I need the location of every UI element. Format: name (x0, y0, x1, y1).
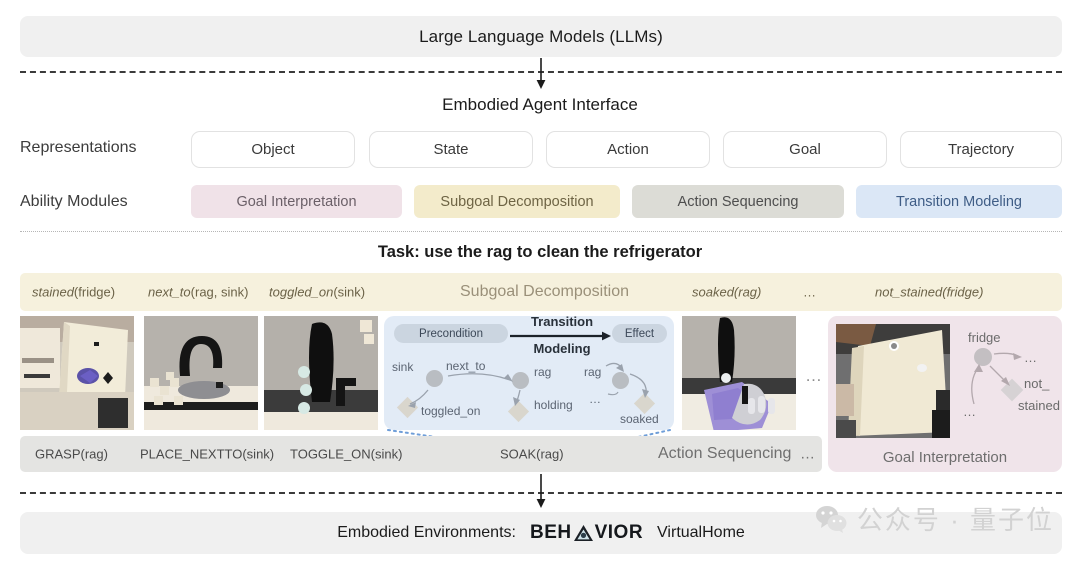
embodied-environments-bar: Embodied Environments: BEH VIOR VirtualH… (20, 512, 1062, 554)
arrow-llm-to-interface (536, 58, 546, 89)
task-frame-4 (682, 316, 796, 430)
divider-abilities (20, 231, 1062, 232)
subgoal-item-stained: stained(fridge) (32, 284, 116, 300)
embodied-environments-label: Embodied Environments: (337, 524, 516, 541)
representation-trajectory-label: Trajectory (947, 141, 1015, 158)
behavior-logo-pre: BEH (529, 522, 572, 543)
task-frame-3 (264, 316, 378, 430)
figure-root: Large Language Models (LLMs) Embodied Ag… (0, 0, 1080, 566)
subgoal-module-name: Subgoal Decomposition (460, 283, 629, 300)
ability-module-goal-interpretation-label: Goal Interpretation (236, 193, 357, 210)
action-module-name: Action Sequencing (658, 445, 792, 462)
representation-trajectory[interactable]: Trajectory (900, 131, 1062, 168)
subgoal-item-next-to: next_to(rag, sink) (148, 284, 249, 300)
subgoal-item-ellipsis: … (803, 284, 816, 300)
subgoal-item-not-stained: not_stained(fridge) (875, 284, 984, 300)
action-item-grasp: GRASP(rag) (35, 446, 108, 462)
representations-label: Representations (20, 139, 137, 156)
behavior-logo-post: VIOR (594, 522, 644, 543)
behavior-logo[interactable]: BEH VIOR (530, 522, 643, 544)
ability-module-goal-interpretation[interactable]: Goal Interpretation (191, 185, 402, 218)
action-item-toggle-on: TOGGLE_ON(sink) (290, 446, 403, 462)
ability-module-subgoal-decomposition[interactable]: Subgoal Decomposition (414, 185, 620, 218)
arrow-task-to-environments (536, 474, 546, 508)
ability-module-transition-modeling-label: Transition Modeling (896, 193, 1022, 210)
page-title: Embodied Agent Interface (442, 95, 638, 114)
task-frame-2 (144, 316, 258, 430)
ability-module-action-sequencing-label: Action Sequencing (677, 193, 799, 210)
representation-goal[interactable]: Goal (723, 131, 887, 168)
llm-banner: Large Language Models (LLMs) (20, 16, 1062, 57)
ability-module-subgoal-decomposition-label: Subgoal Decomposition (440, 193, 594, 210)
task-frames-ellipsis: … (805, 366, 822, 385)
representation-state-label: State (433, 141, 469, 158)
representation-object-label: Object (251, 141, 295, 158)
task-title: Task: use the rag to clean the refrigera… (377, 243, 703, 261)
representation-state[interactable]: State (369, 131, 533, 168)
ability-module-action-sequencing[interactable]: Action Sequencing (632, 185, 844, 218)
representation-goal-label: Goal (789, 141, 821, 158)
behavior-house-icon (573, 525, 593, 541)
action-sequencing-bar: GRASP(rag) PLACE_NEXTTO(sink) TOGGLE_ON(… (20, 436, 822, 472)
representation-action[interactable]: Action (546, 131, 710, 168)
action-item-place-nextto: PLACE_NEXTTO(sink) (140, 446, 275, 462)
subgoal-item-toggled-on: toggled_on(sink) (269, 284, 366, 300)
representation-object[interactable]: Object (191, 131, 355, 168)
virtualhome-label: VirtualHome (657, 524, 745, 541)
ability-modules-label: Ability Modules (20, 193, 128, 210)
subgoal-decomposition-bar: stained(fridge) next_to(rag, sink) toggl… (20, 273, 1062, 311)
representation-action-label: Action (607, 141, 649, 158)
tm-effect-edges (605, 362, 649, 398)
ability-module-transition-modeling[interactable]: Transition Modeling (856, 185, 1062, 218)
llm-banner-label: Large Language Models (LLMs) (419, 26, 663, 46)
action-item-soak: SOAK(rag) (500, 446, 564, 462)
subgoal-item-soaked: soaked(rag) (692, 284, 762, 300)
transition-modeling-panel: Precondition Effect Transition Modeling … (384, 315, 674, 430)
action-row-ellipsis: … (800, 445, 815, 463)
task-frame-1 (20, 316, 134, 430)
